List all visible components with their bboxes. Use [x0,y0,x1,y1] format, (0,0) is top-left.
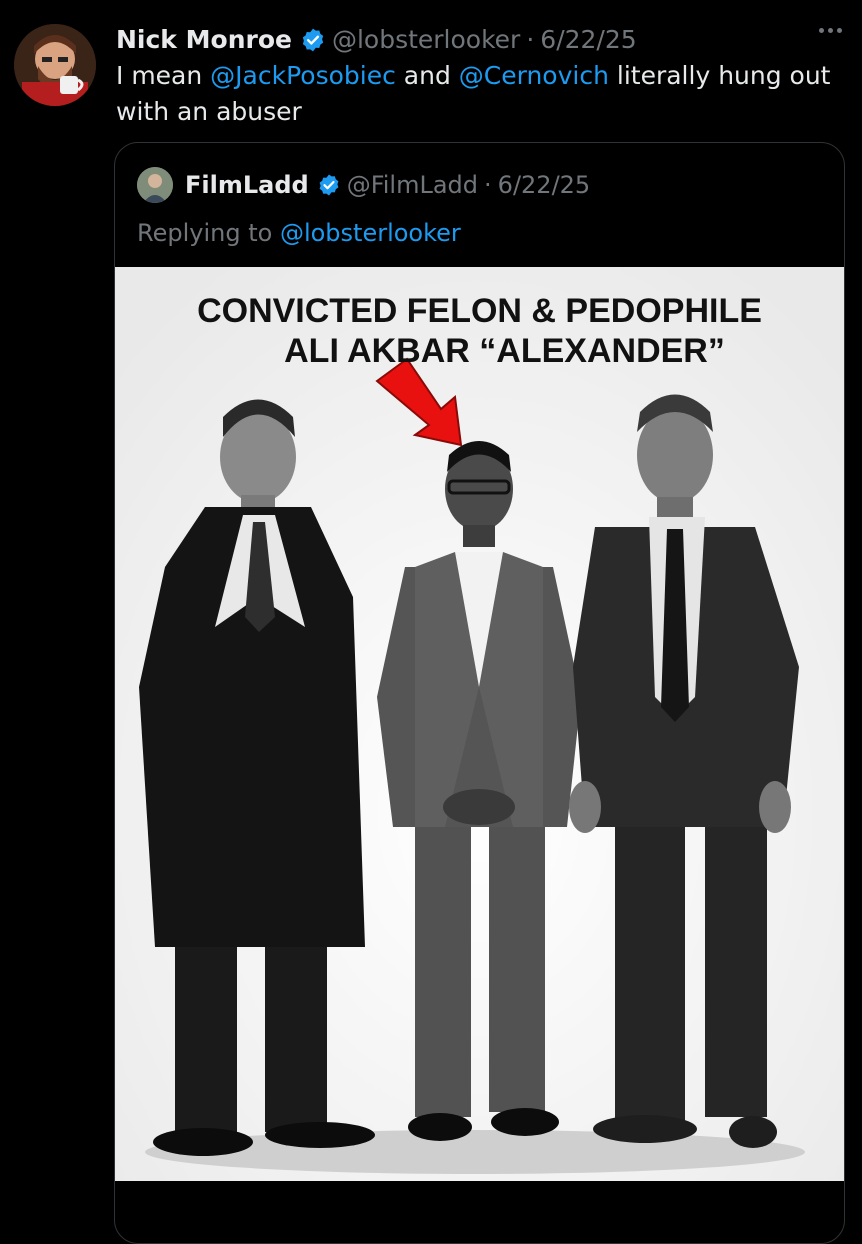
replying-to-prefix: Replying to [137,219,280,247]
author-name[interactable]: Nick Monroe [116,22,292,58]
tweet-header: Nick Monroe @lobsterlooker · 6/22/25 [116,22,637,58]
mention-link[interactable]: @Cernovich [459,61,609,90]
quoted-tweet-date[interactable]: 6/22/25 [498,171,591,199]
caption-line-2: ALI AKBAR “ALEXANDER” [284,332,725,370]
quoted-author-avatar[interactable] [137,167,173,203]
verified-badge-icon [300,27,326,53]
tweet-date[interactable]: 6/22/25 [540,22,636,58]
more-options-icon[interactable] [819,28,842,33]
tweet-text-part: and [395,61,459,90]
separator-dot: · [484,171,492,199]
quoted-author-handle[interactable]: @FilmLadd [347,171,478,199]
tweet-text-part: I mean [116,61,211,90]
caption-line-1: CONVICTED FELON & PEDOPHILE [197,292,762,330]
author-avatar[interactable] [14,24,96,106]
image-caption: CONVICTED FELON & PEDOPHILE ALI AKBAR “A… [115,291,844,371]
mention-link[interactable]: @JackPosobiec [210,61,396,90]
cartoon-avatar-icon [14,24,96,106]
replying-to-mention[interactable]: @lobsterlooker [280,219,461,247]
quoted-tweet-header: FilmLadd @FilmLadd · 6/22/25 [137,165,590,205]
separator-dot: · [526,25,535,54]
quoted-author-name[interactable]: FilmLadd [185,171,309,199]
author-handle[interactable]: @lobsterlooker [332,22,520,58]
verified-badge-icon [317,173,341,197]
quoted-tweet-card[interactable]: FilmLadd @FilmLadd · 6/22/25 Replying to… [114,142,845,1244]
three-men-photo [115,267,844,1181]
replying-to-line: Replying to @lobsterlooker [137,215,461,251]
tweet-text: I mean @JackPosobiec and @Cernovich lite… [116,58,846,130]
person-avatar-icon [137,167,173,203]
quoted-tweet-image[interactable]: CONVICTED FELON & PEDOPHILE ALI AKBAR “A… [115,267,844,1181]
